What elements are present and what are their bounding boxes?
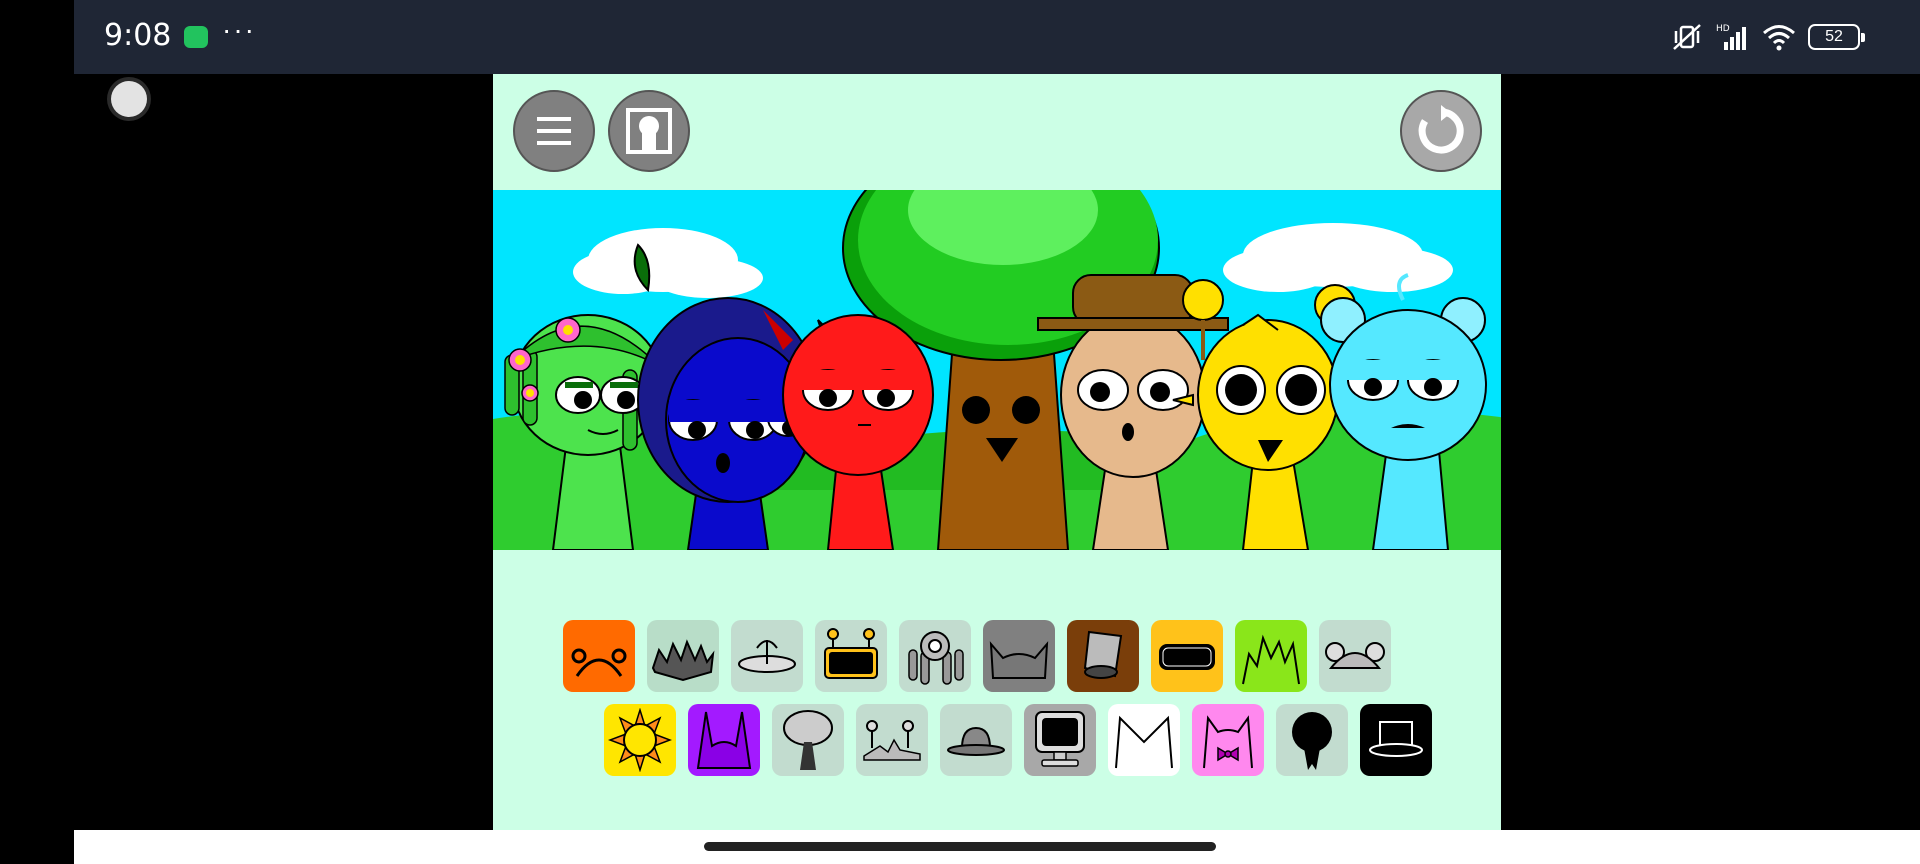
app-root: 9:08 ··· HD 52 <box>0 0 1920 864</box>
vibrate-off-icon <box>1673 24 1701 50</box>
slot-mouse-ears[interactable] <box>1319 620 1391 692</box>
slot-white-cat-ears[interactable] <box>1108 704 1180 776</box>
antenna-hair-icon <box>863 720 921 761</box>
slot-bucket-hat[interactable] <box>1067 620 1139 692</box>
wechat-icon <box>184 26 208 48</box>
cat-ears-icon <box>989 641 1049 679</box>
purple-horns-icon <box>696 711 752 769</box>
black-balloon-icon <box>1292 712 1332 770</box>
slot-mushroom[interactable] <box>772 704 844 776</box>
bowler-hat-icon <box>947 726 1005 756</box>
green-spikes-icon <box>1242 634 1300 685</box>
slot-robot-head[interactable] <box>815 620 887 692</box>
signal-hd-icon: HD <box>1716 24 1746 50</box>
slot-disc-hat[interactable] <box>731 620 803 692</box>
slot-sun[interactable] <box>604 704 676 776</box>
wifi-icon <box>1763 25 1795 51</box>
slot-flower-hair[interactable] <box>899 620 971 692</box>
battery-indicator: 52 <box>1808 24 1865 50</box>
menu-button[interactable] <box>513 90 595 172</box>
mouse-ears-icon <box>1325 642 1385 669</box>
mushroom-icon <box>783 710 833 770</box>
slot-computer-monitor[interactable] <box>1024 704 1096 776</box>
character-stage <box>493 190 1501 550</box>
accessory-row-1 <box>563 620 1391 692</box>
orange-antenna-icon <box>571 648 627 677</box>
reset-icon <box>1418 105 1464 154</box>
robot-head-icon <box>824 628 878 679</box>
computer-monitor-icon <box>1035 711 1085 767</box>
slot-green-spikes[interactable] <box>1235 620 1307 692</box>
accessory-row-2 <box>604 704 1432 776</box>
home-indicator[interactable] <box>704 842 1216 851</box>
profile-button[interactable] <box>608 90 690 172</box>
disc-hat-icon <box>738 640 796 673</box>
bucket-hat-icon <box>1083 630 1123 679</box>
slot-visor[interactable] <box>1151 620 1223 692</box>
clock: 9:08 <box>104 18 172 53</box>
black-top-hat-icon <box>1369 721 1423 757</box>
white-cat-ears-icon <box>1115 715 1173 769</box>
slot-black-balloon[interactable] <box>1276 704 1348 776</box>
slot-purple-horns[interactable] <box>688 704 760 776</box>
status-icons: HD 52 <box>1670 20 1865 54</box>
slot-orange-antenna[interactable] <box>563 620 635 692</box>
reset-button[interactable] <box>1400 90 1482 172</box>
status-bar: 9:08 ··· HD 52 <box>74 0 1920 74</box>
pink-bow-icon <box>1203 715 1253 769</box>
flower-hair-icon <box>908 631 964 685</box>
sun-icon <box>608 708 672 772</box>
spiky-hair-icon <box>651 639 715 682</box>
svg-text:HD: HD <box>1716 24 1730 34</box>
visor-icon <box>1159 644 1215 670</box>
assistive-touch-button[interactable] <box>111 81 147 117</box>
slot-spiky-hair[interactable] <box>647 620 719 692</box>
profile-icon <box>626 108 672 154</box>
game-canvas <box>493 74 1501 830</box>
menu-icon <box>537 117 571 145</box>
slot-antenna-hair[interactable] <box>856 704 928 776</box>
slot-bowler-hat[interactable] <box>940 704 1012 776</box>
more-notifications: ··· <box>222 14 256 45</box>
slot-pink-bow[interactable] <box>1192 704 1264 776</box>
scene <box>493 190 1501 550</box>
slot-black-top-hat[interactable] <box>1360 704 1432 776</box>
slot-cat-ears[interactable] <box>983 620 1055 692</box>
